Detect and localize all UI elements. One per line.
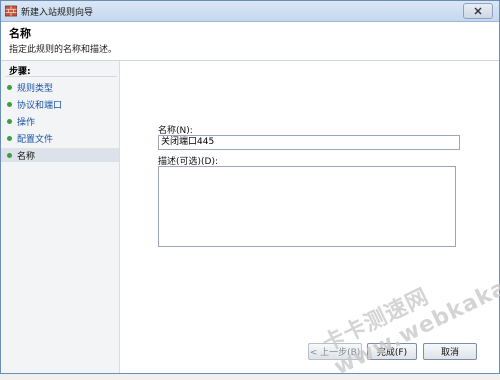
window-title: 新建入站规则向导 <box>21 7 94 18</box>
description-field[interactable] <box>158 166 456 247</box>
step-bullet-icon <box>7 135 12 141</box>
title-bar[interactable]: 新建入站规则向导 <box>1 1 499 22</box>
cancel-button[interactable]: 取消 <box>423 343 477 360</box>
firewall-icon <box>5 5 17 17</box>
sidebar-item-label: 名称 <box>17 151 36 162</box>
page-subtitle: 指定此规则的名称和描述。 <box>9 45 118 55</box>
sidebar-item-protocol-ports[interactable]: 协议和端口 <box>7 97 62 111</box>
wizard-window: 新建入站规则向导 名称 指定此规则的名称和描述。 步骤: 规则类型 协议和端口 … <box>0 0 500 380</box>
step-bullet-icon <box>7 118 12 124</box>
sidebar-item-label: 规则类型 <box>17 83 54 94</box>
steps-divider <box>5 76 117 77</box>
sidebar-item-profile[interactable]: 配置文件 <box>7 131 53 145</box>
sidebar-item-label: 配置文件 <box>17 134 54 145</box>
name-field[interactable]: 关闭端口445 <box>158 135 460 150</box>
step-bullet-icon <box>7 101 12 107</box>
step-bullet-icon <box>7 152 12 158</box>
sidebar-item-label: 操作 <box>17 117 36 128</box>
sidebar-item-action[interactable]: 操作 <box>7 114 35 128</box>
page-title: 名称 <box>9 27 31 40</box>
step-bullet-icon <box>7 84 12 90</box>
close-button[interactable] <box>463 3 493 19</box>
wizard-header: 名称 指定此规则的名称和描述。 <box>1 22 499 61</box>
steps-sidebar: 步骤: 规则类型 协议和端口 操作 配置文件 名称 <box>1 61 120 373</box>
sidebar-item-name: 名称 <box>1 148 119 162</box>
close-icon <box>474 7 482 15</box>
sidebar-item-label: 协议和端口 <box>17 100 63 111</box>
sidebar-item-rule-type[interactable]: 规则类型 <box>7 80 53 94</box>
